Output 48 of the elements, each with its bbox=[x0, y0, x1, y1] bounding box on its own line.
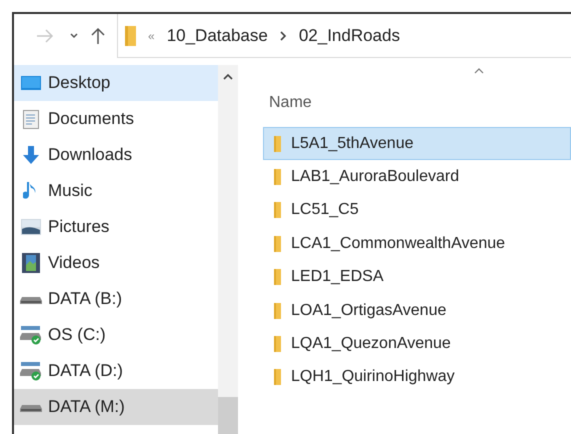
folder-row[interactable]: LAB1_AuroraBoulevard bbox=[263, 160, 571, 194]
folder-row[interactable]: LED1_EDSA bbox=[263, 260, 571, 294]
folder-row[interactable]: LQH1_QuirinoHighway bbox=[263, 360, 571, 394]
chevron-down-icon[interactable] bbox=[70, 33, 78, 39]
scrollbar-thumb[interactable] bbox=[218, 397, 238, 434]
folder-icon bbox=[274, 202, 281, 218]
breadcrumb[interactable]: 02_IndRoads bbox=[298, 22, 400, 48]
nav-item[interactable]: Downloads bbox=[14, 137, 218, 173]
scroll-up-icon[interactable] bbox=[223, 73, 233, 80]
folder-icon bbox=[274, 136, 281, 152]
download-arrow-icon bbox=[22, 146, 40, 164]
folder-row[interactable]: LOA1_OrtigasAvenue bbox=[263, 294, 571, 328]
folder-icon bbox=[274, 302, 281, 319]
folder-icon bbox=[274, 269, 281, 286]
nav-item[interactable]: Documents bbox=[14, 101, 218, 137]
landscape-picture-icon bbox=[21, 219, 41, 235]
nav-item[interactable]: Pictures bbox=[14, 209, 218, 245]
chevron-right-icon[interactable] bbox=[280, 30, 287, 40]
folder-row[interactable]: LCA1_CommonwealthAvenue bbox=[263, 227, 571, 261]
film-strip-icon bbox=[22, 253, 40, 273]
folder-icon bbox=[125, 26, 136, 46]
address-bar[interactable]: « 10_Database 02_IndRoads bbox=[117, 14, 571, 58]
nav-item[interactable]: DATA (B:) bbox=[14, 281, 218, 317]
document-icon bbox=[23, 110, 39, 128]
nav-item[interactable]: Music bbox=[14, 173, 218, 209]
breadcrumb[interactable]: 10_Database bbox=[166, 22, 268, 48]
scrollbar[interactable] bbox=[218, 65, 238, 434]
column-header[interactable]: Name bbox=[269, 91, 312, 115]
drive-check-icon bbox=[20, 361, 42, 381]
breadcrumb-overflow[interactable]: « bbox=[148, 26, 155, 44]
up-arrow-icon[interactable] bbox=[91, 27, 105, 45]
nav-item[interactable]: OS (C:) bbox=[14, 317, 218, 353]
drive-icon bbox=[20, 294, 42, 304]
folder-icon bbox=[274, 169, 281, 186]
nav-item[interactable]: Desktop bbox=[14, 65, 218, 101]
folder-icon bbox=[274, 369, 281, 386]
monitor-icon bbox=[21, 75, 41, 91]
drive-check-icon bbox=[20, 325, 42, 345]
folder-row[interactable]: LC51_C5 bbox=[263, 194, 571, 228]
folder-icon bbox=[274, 236, 281, 252]
drive-icon bbox=[20, 402, 42, 412]
nav-item[interactable]: DATA (D:) bbox=[14, 353, 218, 389]
nav-item[interactable]: DATA (M:) bbox=[14, 389, 218, 425]
nav-item[interactable]: Videos bbox=[14, 245, 218, 281]
sort-ascending-icon bbox=[474, 68, 484, 74]
folder-row[interactable]: L5A1_5thAvenue bbox=[263, 127, 571, 160]
folder-row[interactable]: LQA1_QuezonAvenue bbox=[263, 327, 571, 361]
folder-icon bbox=[274, 336, 281, 352]
